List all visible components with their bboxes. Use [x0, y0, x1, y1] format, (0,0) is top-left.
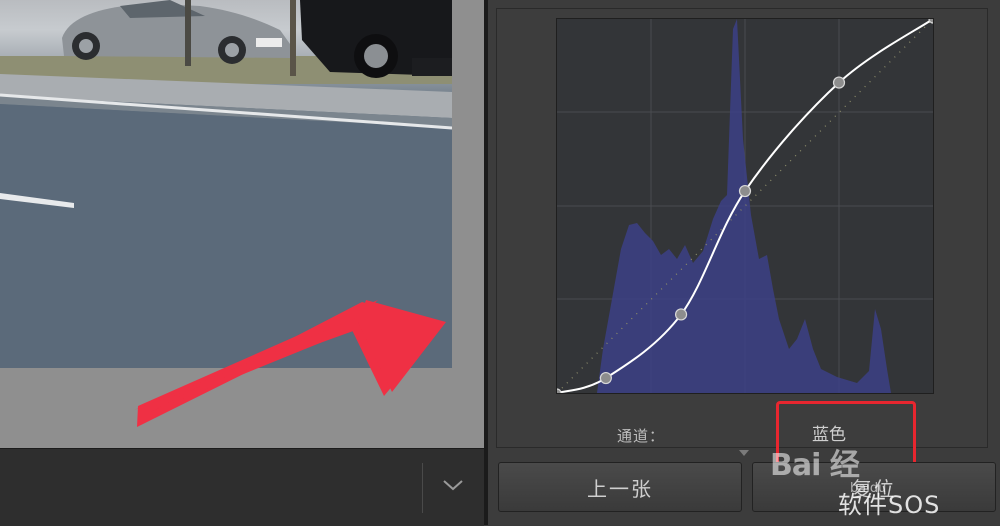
watermark-logo: Bai 经	[770, 448, 860, 483]
curve-control-point[interactable]	[599, 371, 612, 385]
curve-graph-canvas[interactable]	[552, 14, 938, 398]
watermark-site-text: 软件SOS	[838, 491, 941, 519]
left-toolbar	[0, 448, 484, 526]
curve-control-point[interactable]	[832, 76, 846, 89]
photo-preview-panel	[0, 0, 484, 525]
previous-button[interactable]: 上一张	[498, 462, 742, 512]
curve-graph[interactable]	[552, 14, 938, 398]
curve-control-point[interactable]	[674, 308, 688, 321]
chevron-down-icon[interactable]	[440, 472, 466, 498]
channel-label: 通道：	[617, 427, 666, 445]
curve-control-point[interactable]	[738, 184, 752, 198]
photo-preview	[0, 0, 452, 368]
curve-control-point[interactable]	[552, 388, 562, 398]
street-photo-image	[0, 0, 452, 368]
expand-arrow-icon[interactable]	[739, 450, 749, 456]
toolbar-divider	[422, 463, 423, 513]
